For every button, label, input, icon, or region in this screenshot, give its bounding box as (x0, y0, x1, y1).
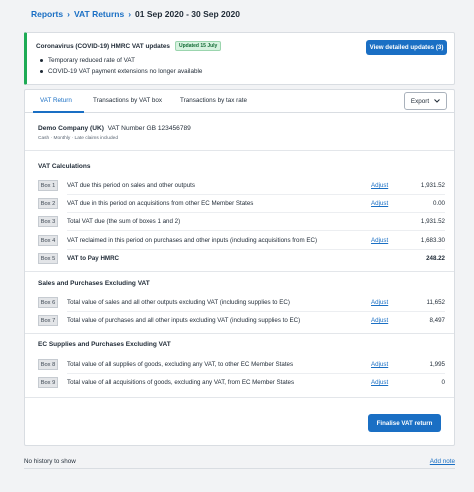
add-note-link[interactable]: Add note (430, 458, 455, 465)
notice-bullet-list: Temporary reduced rate of VAT COVID-19 V… (40, 55, 202, 77)
updated-badge: Updated 15 July (174, 41, 222, 51)
row-value: 0 (441, 379, 445, 386)
covid-notice-banner: Coronavirus (COVID-19) HMRC VAT updates … (24, 32, 455, 85)
box-label: Box 1 (38, 180, 58, 191)
tab-bar: VAT Return Transactions by VAT box Trans… (25, 90, 454, 113)
active-tab-indicator (33, 111, 84, 113)
view-detailed-updates-button[interactable]: View detailed updates (3) (366, 40, 447, 55)
adjust-link[interactable]: Adjust (371, 317, 388, 324)
divider (25, 150, 454, 151)
box-label: Box 4 (38, 235, 58, 246)
row-value: 248.22 (426, 255, 445, 262)
vat-row-box-7: Box 7 Total value of purchases and all o… (38, 315, 445, 327)
company-subline: Cash · Monthly · Late claims included (38, 136, 118, 141)
vat-row-box-5: Box 5 VAT to Pay HMRC 248.22 (38, 253, 445, 265)
row-divider (67, 212, 445, 213)
tab-vat-return[interactable]: VAT Return (40, 97, 72, 104)
tab-transactions-by-tax-rate[interactable]: Transactions by tax rate (180, 97, 247, 104)
vat-row-box-8: Box 8 Total value of all supplies of goo… (38, 359, 445, 374)
box-label: Box 9 (38, 377, 58, 388)
notice-title: Coronavirus (COVID-19) HMRC VAT updates (36, 42, 170, 50)
company-header: Demo Company (UK) VAT Number GB 12345678… (38, 125, 191, 132)
adjust-link[interactable]: Adjust (371, 379, 388, 386)
section-title-sales-purchases: Sales and Purchases Excluding VAT (38, 280, 150, 287)
row-value: 1,683.30 (420, 237, 445, 244)
row-value: 1,931.52 (420, 182, 445, 189)
breadcrumb-separator: › (128, 9, 132, 19)
history-footer: No history to show Add note (24, 455, 455, 471)
row-value: 1,931.52 (420, 218, 445, 225)
row-value: 8,497 (429, 317, 445, 324)
row-value: 11,652 (426, 299, 445, 306)
breadcrumb-vat-returns-link[interactable]: VAT Returns (74, 9, 124, 19)
breadcrumb: Reports › VAT Returns › 01 Sep 2020 - 30… (31, 9, 240, 19)
vat-row-box-4: Box 4 VAT reclaimed in this period on pu… (38, 235, 445, 250)
vat-return-panel: VAT Return Transactions by VAT box Trans… (24, 89, 455, 446)
row-divider (67, 249, 445, 250)
box-label: Box 8 (38, 359, 58, 370)
row-description: VAT due in this period on acquisitions f… (67, 200, 254, 207)
vat-number: VAT Number GB 123456789 (107, 125, 191, 132)
notice-bullet: Temporary reduced rate of VAT (40, 55, 202, 66)
row-description: VAT due this period on sales and other o… (67, 182, 195, 189)
vat-row-box-9: Box 9 Total value of all acquisitions of… (38, 377, 445, 389)
row-description: VAT reclaimed in this period on purchase… (67, 237, 318, 244)
vat-row-box-6: Box 6 Total value of sales and all other… (38, 297, 445, 312)
chevron-down-icon (434, 99, 440, 103)
box-label: Box 2 (38, 198, 58, 209)
notice-title-row: Coronavirus (COVID-19) HMRC VAT updates … (36, 41, 222, 51)
row-description: Total value of sales and all other outpu… (67, 299, 290, 306)
footer-divider (24, 468, 455, 469)
vat-row-box-2: Box 2 VAT due in this period on acquisit… (38, 198, 445, 213)
finalise-vat-return-button[interactable]: Finalise VAT return (368, 414, 441, 432)
row-divider (67, 373, 445, 374)
adjust-link[interactable]: Adjust (371, 237, 388, 244)
history-status-text: No history to show (24, 458, 76, 465)
divider (25, 333, 454, 334)
row-description: Total VAT due (the sum of boxes 1 and 2) (67, 218, 181, 225)
export-dropdown-button[interactable]: Export (404, 92, 447, 110)
box-label: Box 5 (38, 253, 58, 264)
breadcrumb-reports-link[interactable]: Reports (31, 9, 63, 19)
breadcrumb-separator: › (67, 9, 70, 19)
row-value: 0.00 (432, 200, 445, 207)
row-value: 1,995 (429, 361, 445, 368)
divider (25, 271, 454, 272)
row-divider (67, 311, 445, 312)
section-title-vat-calculations: VAT Calculations (38, 163, 91, 170)
row-description: Total value of all acquisitions of goods… (67, 379, 295, 386)
tab-transactions-by-vat-box[interactable]: Transactions by VAT box (93, 97, 162, 104)
box-label: Box 6 (38, 297, 58, 308)
row-divider (67, 230, 445, 231)
vat-row-box-1: Box 1 VAT due this period on sales and o… (38, 180, 445, 195)
vat-row-box-3: Box 3 Total VAT due (the sum of boxes 1 … (38, 216, 445, 231)
row-divider (67, 194, 445, 195)
box-label: Box 7 (38, 315, 58, 326)
adjust-link[interactable]: Adjust (371, 182, 388, 189)
company-name: Demo Company (UK) (38, 125, 104, 132)
adjust-link[interactable]: Adjust (371, 200, 388, 207)
adjust-link[interactable]: Adjust (371, 299, 388, 306)
box-label: Box 3 (38, 216, 58, 227)
row-description: VAT to Pay HMRC (67, 255, 120, 262)
row-description: Total value of purchases and all other i… (67, 317, 301, 324)
export-label: Export (410, 97, 430, 105)
row-description: Total value of all supplies of goods, ex… (67, 361, 294, 368)
notice-bullet: COVID-19 VAT payment extensions no longe… (40, 66, 202, 77)
section-title-ec-supplies: EC Supplies and Purchases Excluding VAT (38, 341, 171, 348)
adjust-link[interactable]: Adjust (371, 361, 388, 368)
page-title: 01 Sep 2020 - 30 Sep 2020 (135, 9, 240, 19)
divider (25, 397, 454, 398)
